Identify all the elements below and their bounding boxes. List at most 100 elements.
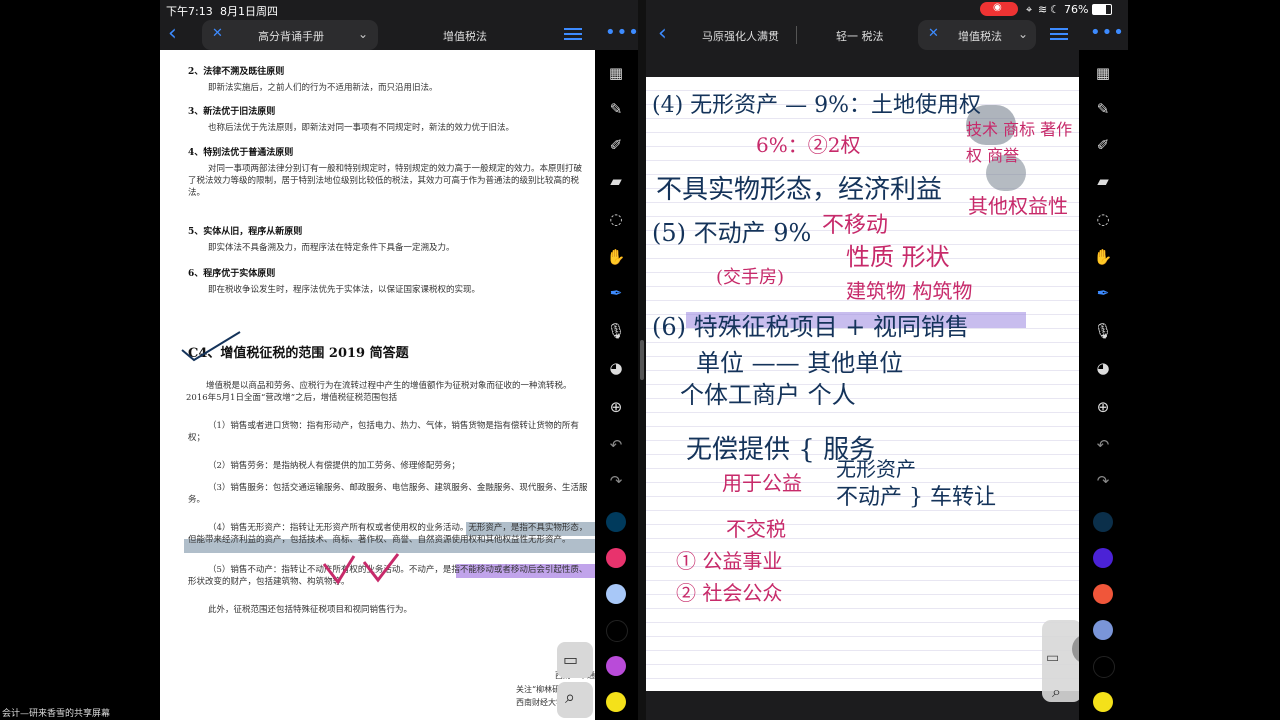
color-swatch[interactable] <box>606 584 626 604</box>
lasso-icon[interactable]: ◌ <box>605 208 627 230</box>
note-line: 个体工商户 个人 <box>680 381 856 409</box>
checkmark-annotation <box>322 553 400 585</box>
undo-icon[interactable]: ↶ <box>1092 434 1114 456</box>
back-chevron-icon[interactable]: ‹ <box>168 23 190 47</box>
pdf-page[interactable]: 2、法律不溯及既往原则 即新法实施后，之前人们的行为不适用新法，而只沿用旧法。 … <box>160 50 595 720</box>
hand-icon[interactable]: ✋ <box>1092 246 1114 268</box>
scope-item: （4）销售无形资产：指转让无形资产所有权或者使用权的业务活动。无形资产，是指不具… <box>188 523 588 545</box>
color-swatch[interactable] <box>1093 656 1115 678</box>
color-swatch[interactable] <box>1093 548 1113 568</box>
undo-icon[interactable]: ↶ <box>605 434 627 456</box>
scope-item: （1）销售或者进口货物：指有形动产，包括电力、热力、气体，销售货物是指有偿转让货… <box>188 421 579 443</box>
battery-icon <box>1092 4 1112 15</box>
marker-icon[interactable]: ✐ <box>1092 134 1114 156</box>
note-line: 建筑物 构筑物 <box>846 279 973 303</box>
add-icon[interactable]: ⊕ <box>605 396 627 418</box>
marker-icon[interactable]: ✐ <box>605 134 627 156</box>
wifi-icon: ≋ <box>1038 3 1048 16</box>
chevron-down-icon[interactable]: ⌄ <box>358 27 368 41</box>
close-tab-icon[interactable]: ✕ <box>928 26 939 41</box>
note-line: 不交税 <box>726 517 786 541</box>
grid-icon[interactable]: ▦ <box>605 62 627 84</box>
microphone-icon[interactable]: 🎙 <box>1092 320 1114 342</box>
tab-pill[interactable]: ✕ 增值税法 ⌄ <box>918 20 1036 50</box>
doc-item-text: 即新法实施后，之前人们的行为不适用新法，而只沿用旧法。 <box>208 83 438 93</box>
eraser-icon[interactable]: ▰ <box>1092 170 1114 192</box>
redo-icon[interactable]: ↷ <box>605 470 627 492</box>
laser-pen-icon[interactable]: ✒ <box>1092 282 1114 304</box>
list-icon[interactable] <box>564 26 582 42</box>
lasso-icon[interactable]: ◌ <box>1092 208 1114 230</box>
color-swatch[interactable] <box>606 548 626 568</box>
hand-icon[interactable]: ✋ <box>605 246 627 268</box>
close-tab-icon[interactable]: ✕ <box>212 26 223 41</box>
doc-item-title: 4、特别法优于普通法原则 <box>188 148 294 158</box>
eraser-icon[interactable]: ▰ <box>605 170 627 192</box>
pen-icon[interactable]: ✎ <box>1092 98 1114 120</box>
tab-label[interactable]: 轻一 税法 <box>836 28 884 44</box>
color-swatch[interactable] <box>1093 512 1113 532</box>
laser-pen-icon[interactable]: ✒ <box>605 282 627 304</box>
note-line: (5) 不动产 9% <box>652 219 812 247</box>
color-swatch[interactable] <box>1093 620 1113 640</box>
status-date: 8月1日周四 <box>220 5 278 18</box>
color-swatch[interactable] <box>606 620 628 642</box>
doc-item-title: 6、程序优于实体原则 <box>188 269 276 279</box>
list-icon[interactable] <box>1050 26 1068 42</box>
grid-icon[interactable]: ▦ <box>1092 62 1114 84</box>
status-time: 下午7:13 <box>166 5 213 18</box>
note-line: (交手房) <box>716 267 785 288</box>
back-chevron-icon[interactable]: ‹ <box>658 23 667 45</box>
tab-pill[interactable]: ✕ 高分背诵手册 ⌄ <box>202 20 378 50</box>
ruler-button[interactable]: ▭ <box>557 642 593 678</box>
doc-item-text: 也称后法优于先法原则，即新法对同一事项有不同规定时，新法的效力优于旧法。 <box>208 123 515 133</box>
add-icon[interactable]: ⊕ <box>1092 396 1114 418</box>
more-icon[interactable]: ••• <box>1090 22 1125 43</box>
note-line: 单位 —— 其他单位 <box>696 349 904 377</box>
breadcrumb: 增值税法 <box>443 30 487 43</box>
screen-share-label: 会计—研来香雪的共享屏幕 <box>2 706 111 719</box>
floating-tool-panel[interactable]: ▭ ⌕ <box>1042 620 1082 702</box>
intro-text: 增值税是以商品和劳务、应税行为在流转过程中产生的增值额作为征税对象而征收的一种流… <box>186 381 572 403</box>
redo-icon[interactable]: ↷ <box>1092 470 1114 492</box>
color-swatch[interactable] <box>1093 692 1113 712</box>
moon-icon: ☾ <box>1050 3 1060 16</box>
split-divider[interactable] <box>638 0 646 720</box>
note-line: ② 社会公众 <box>676 581 783 605</box>
note-line: (4) 无形资产 — 9%：土地使用权 <box>652 93 982 118</box>
zoom-icon: ⌕ <box>565 687 576 708</box>
note-line: 其他权益性 <box>968 194 1068 218</box>
checkmark-annotation <box>181 331 241 362</box>
tab-label: 增值税法 <box>958 30 1002 43</box>
zoom-button[interactable]: ⌕ <box>557 682 593 718</box>
scope-item: （2）销售劳务：是指纳税人有偿提供的加工劳务、修理修配劳务； <box>208 461 460 471</box>
zoom-icon[interactable]: ⌕ <box>1052 682 1061 702</box>
color-swatch[interactable] <box>606 692 626 712</box>
left-tool-column: ▦ ✎ ✐ ▰ ◌ ✋ ✒ 🎙 ◕ ⊕ ↶ ↷ <box>595 50 638 720</box>
more-icon[interactable]: ••• <box>605 22 640 43</box>
ruler-icon[interactable]: ▭ <box>1046 650 1059 666</box>
doc-item-title: 3、新法优于旧法原则 <box>188 107 276 117</box>
doc-item-text: 即在税收争讼发生时，程序法优先于实体法，以保证国家课税权的实现。 <box>208 285 481 295</box>
color-swatch[interactable] <box>606 656 626 676</box>
left-app-window: 下午7:13 8月1日周四 ‹ ✕ 高分背诵手册 ⌄ 增值税法 ••• 2、法律… <box>160 0 640 720</box>
note-line: 技术 商标 著作权 商誉 <box>966 120 1073 165</box>
color-swatch[interactable] <box>606 512 626 532</box>
sticker-icon[interactable]: ◕ <box>605 357 627 379</box>
recording-indicator: ◉ <box>980 2 1018 16</box>
pen-icon[interactable]: ✎ <box>605 98 627 120</box>
record-icon: ◉ <box>993 2 1002 13</box>
tab-separator <box>796 26 797 44</box>
color-swatch[interactable] <box>1093 584 1113 604</box>
tab-label[interactable]: 马原强化人满贯 <box>702 28 779 44</box>
note-line: 性质 形状 <box>846 243 950 271</box>
doc-item-text: 对同一事项两部法律分别订有一般和特别规定时，特别规定的效力高于一般规定的效力。本… <box>188 164 583 198</box>
right-tool-column: ▦ ✎ ✐ ▰ ◌ ✋ ✒ 🎙 ◕ ⊕ ↶ ↷ <box>1079 50 1128 720</box>
note-line: 不移动 <box>822 213 889 238</box>
chevron-down-icon[interactable]: ⌄ <box>1018 27 1028 41</box>
divider-handle[interactable] <box>640 340 644 380</box>
note-canvas[interactable]: (4) 无形资产 — 9%：土地使用权 6%：②2权 技术 商标 著作权 商誉 … <box>646 77 1079 691</box>
microphone-icon[interactable]: 🎙 <box>605 320 627 342</box>
ruler-icon: ▭ <box>563 650 579 669</box>
sticker-icon[interactable]: ◕ <box>1092 357 1114 379</box>
